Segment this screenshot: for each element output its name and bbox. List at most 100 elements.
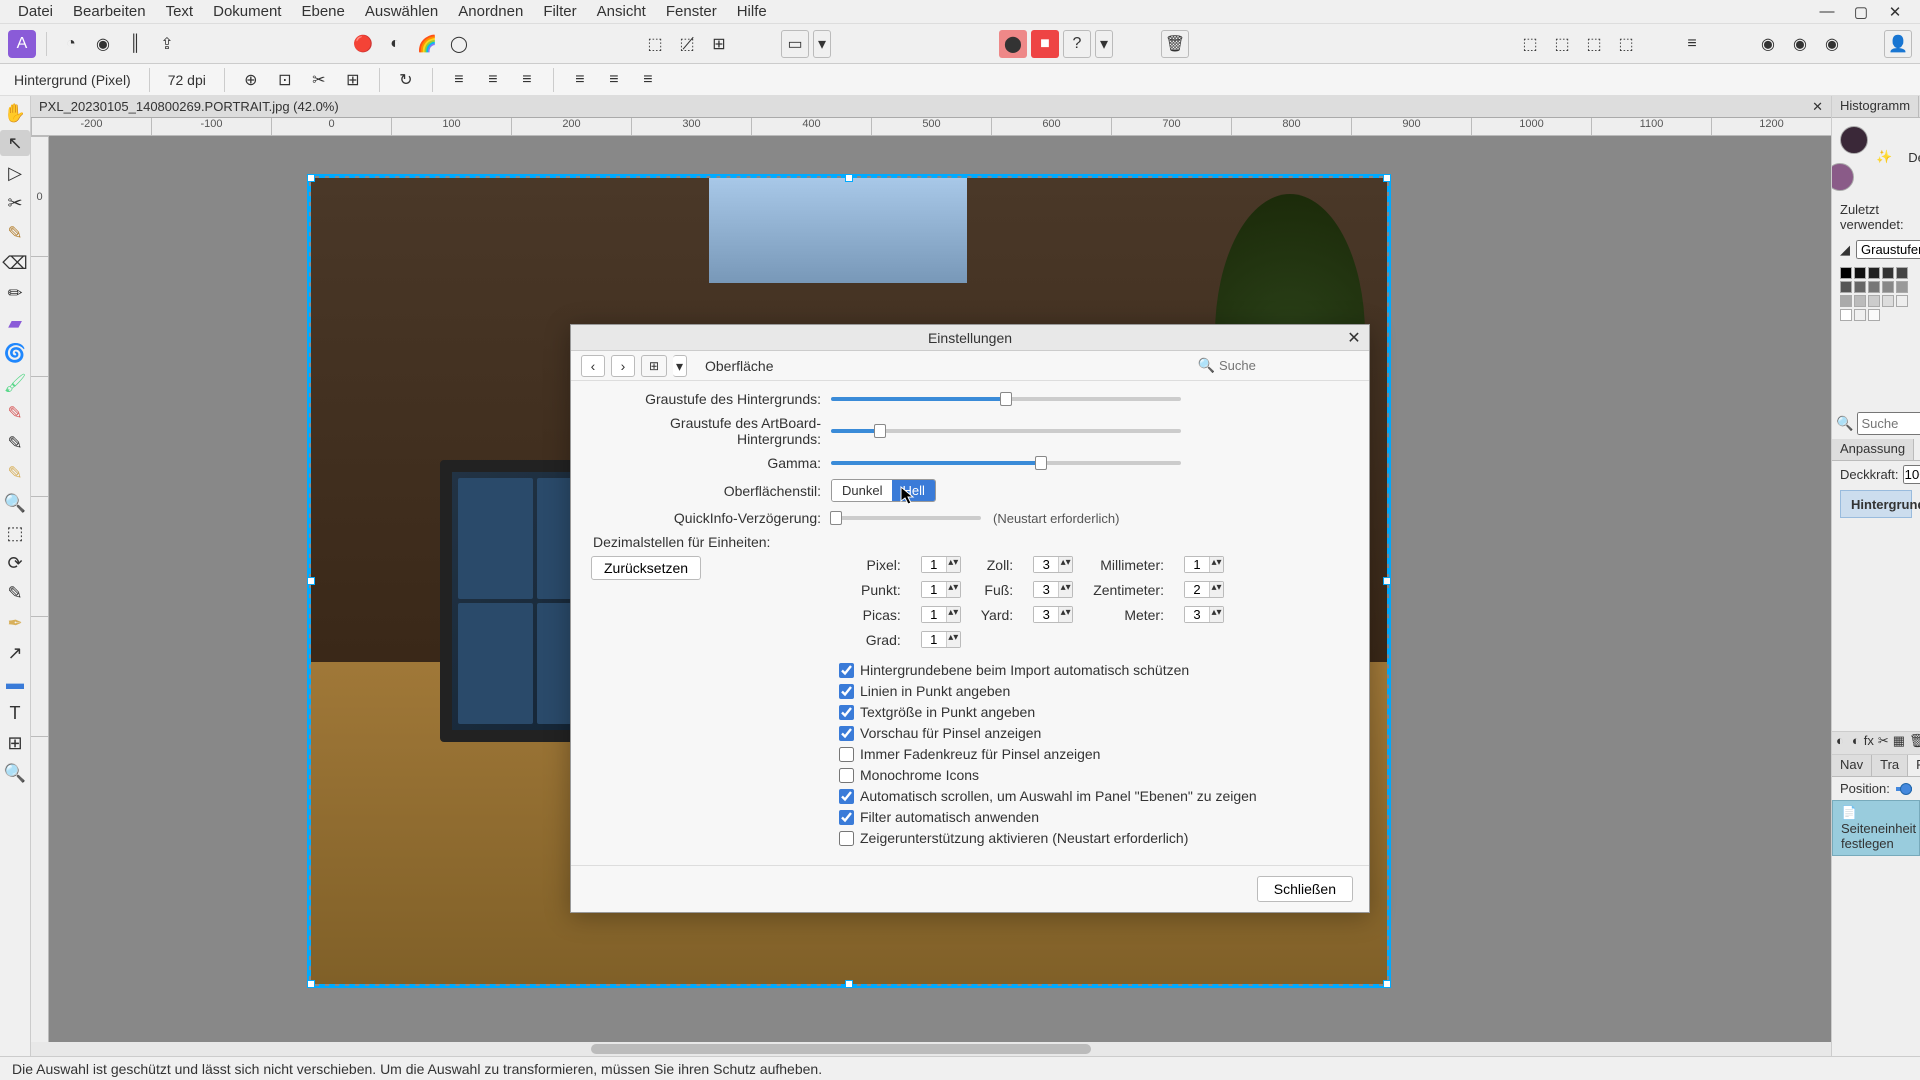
dialog-close-icon[interactable]: ✕ bbox=[1345, 328, 1363, 346]
check-6[interactable] bbox=[839, 789, 854, 804]
crop-layer-icon[interactable]: ✂ bbox=[1878, 733, 1889, 753]
eraser-tool-icon[interactable]: ⌫ bbox=[0, 250, 30, 276]
adjustment-icon[interactable]: ◐ bbox=[1852, 733, 1860, 753]
align-top-icon[interactable]: ≡ bbox=[566, 66, 594, 94]
brush-tool-icon[interactable]: ✎ bbox=[0, 220, 30, 246]
layer-row[interactable]: Hintergrund (Pixel) 🔒 bbox=[1840, 490, 1912, 518]
check-5[interactable] bbox=[839, 768, 854, 783]
intersect-shape-icon[interactable]: ◉ bbox=[1818, 30, 1846, 58]
fg-color-swatch[interactable] bbox=[1840, 126, 1868, 154]
photo-persona-icon[interactable]: ◔ bbox=[57, 30, 85, 58]
hand-tool-icon[interactable]: ✋ bbox=[0, 100, 30, 126]
tab-anpassung[interactable]: Anpassung bbox=[1832, 439, 1914, 460]
trash-icon[interactable]: 🗑 bbox=[1161, 30, 1189, 58]
close-button[interactable]: Schließen bbox=[1257, 876, 1353, 902]
align-right-icon[interactable]: ≡ bbox=[513, 66, 541, 94]
add-layer-icon[interactable]: ▦ bbox=[1893, 733, 1905, 753]
size-icon[interactable]: ⊞ bbox=[339, 66, 367, 94]
dialog-search-input[interactable] bbox=[1219, 358, 1359, 373]
artboard-gray-slider[interactable] bbox=[831, 429, 1181, 433]
healing-tool-icon[interactable]: ✎ bbox=[0, 430, 30, 456]
search-input[interactable] bbox=[1857, 412, 1920, 435]
align-bottom-icon[interactable]: ≡ bbox=[634, 66, 662, 94]
text-tool-icon[interactable]: T bbox=[0, 700, 30, 726]
menu-anordnen[interactable]: Anordnen bbox=[448, 1, 533, 22]
align-left-icon[interactable]: ≡ bbox=[445, 66, 473, 94]
quicklook-dropdown-icon[interactable]: ▾ bbox=[813, 30, 831, 58]
mask-icon[interactable]: ◐ bbox=[1836, 733, 1844, 753]
record-icon[interactable]: ⬤ bbox=[999, 30, 1027, 58]
unit-yard-input[interactable]: ▴▾ bbox=[1033, 606, 1073, 623]
window-maximize-icon[interactable]: ▢ bbox=[1852, 3, 1870, 21]
pen-tool-icon[interactable]: ✒ bbox=[0, 610, 30, 636]
delete-layer-icon[interactable]: 🗑 bbox=[1909, 733, 1920, 753]
nav-grid-dropdown-icon[interactable]: ▾ bbox=[673, 355, 687, 377]
export-persona-icon[interactable]: ⇪ bbox=[153, 30, 181, 58]
window-minimize-icon[interactable]: — bbox=[1818, 3, 1836, 21]
menu-auswaehlen[interactable]: Auswählen bbox=[355, 1, 448, 22]
unit-mm-input[interactable]: ▴▾ bbox=[1184, 556, 1224, 573]
user-icon[interactable]: 👤 bbox=[1884, 30, 1912, 58]
gradient-select[interactable]: Graustufen bbox=[1856, 240, 1920, 259]
check-8[interactable] bbox=[839, 831, 854, 846]
no-selection-icon[interactable]: ⬚̸ bbox=[673, 30, 701, 58]
check-7[interactable] bbox=[839, 810, 854, 825]
zoom2-tool-icon[interactable]: 🔍 bbox=[0, 760, 30, 786]
bg-color-swatch[interactable] bbox=[1831, 163, 1854, 191]
unit-pixel-input[interactable]: ▴▾ bbox=[921, 556, 961, 573]
menu-ebene[interactable]: Ebene bbox=[291, 1, 354, 22]
move-tool-icon[interactable]: ↖ bbox=[0, 130, 30, 156]
menu-hilfe[interactable]: Hilfe bbox=[727, 1, 777, 22]
mesh-tool-icon[interactable]: ⊞ bbox=[0, 730, 30, 756]
tab-nav[interactable]: Nav bbox=[1832, 755, 1872, 776]
rgb-icon[interactable]: 🔴 bbox=[349, 30, 377, 58]
nav-grid-icon[interactable]: ⊞ bbox=[641, 355, 667, 377]
tab-protokoll[interactable]: Protokoll bbox=[1908, 755, 1920, 776]
check-0[interactable] bbox=[839, 663, 854, 678]
circle-icon[interactable]: ◯ bbox=[445, 30, 473, 58]
paint-tool-icon[interactable]: 🖌 bbox=[0, 370, 30, 396]
zoom-tool-icon[interactable]: 🔍 bbox=[0, 490, 30, 516]
gradient-type-icon[interactable]: ◢ bbox=[1840, 242, 1850, 258]
develop-persona-icon[interactable]: ║ bbox=[121, 30, 149, 58]
nav-back-button[interactable]: ‹ bbox=[581, 355, 605, 377]
arrange-backward-icon[interactable]: ⬚ bbox=[1548, 30, 1576, 58]
tooltip-delay-slider[interactable] bbox=[831, 516, 981, 520]
quicklook-icon[interactable]: ▭ bbox=[781, 30, 809, 58]
crop-bounds-icon[interactable]: ⊞ bbox=[705, 30, 733, 58]
subtract-shape-icon[interactable]: ◉ bbox=[1786, 30, 1814, 58]
bg-gray-slider[interactable] bbox=[831, 397, 1181, 401]
document-tab[interactable]: PXL_20230105_140800269.PORTRAIT.jpg (42.… bbox=[31, 96, 1831, 118]
unit-fuss-input[interactable]: ▴▾ bbox=[1033, 581, 1073, 598]
blur-tool-icon[interactable]: 🌀 bbox=[0, 340, 30, 366]
wand-icon[interactable]: ✨ bbox=[1876, 149, 1892, 165]
align-icon[interactable]: ≡ bbox=[1678, 30, 1706, 58]
gradient-tool-icon[interactable]: ▰ bbox=[0, 310, 30, 336]
menu-text[interactable]: Text bbox=[156, 1, 204, 22]
color-wheel-icon[interactable]: 🌈 bbox=[413, 30, 441, 58]
ui-style-light[interactable]: Hell bbox=[892, 480, 934, 501]
bw-icon[interactable]: ◐ bbox=[381, 30, 409, 58]
lock-children-icon[interactable]: ⊕ bbox=[237, 66, 265, 94]
scrollbar-horizontal[interactable] bbox=[31, 1042, 1831, 1056]
refresh-icon[interactable]: ↻ bbox=[392, 66, 420, 94]
window-close-icon[interactable]: ✕ bbox=[1886, 3, 1904, 21]
arrange-back-icon[interactable]: ⬚ bbox=[1516, 30, 1544, 58]
tab-histogramm[interactable]: Histogramm bbox=[1832, 96, 1919, 117]
menu-filter[interactable]: Filter bbox=[533, 1, 586, 22]
node-tool-icon[interactable]: ▷ bbox=[0, 160, 30, 186]
lasso-tool-icon[interactable]: ⟳ bbox=[0, 550, 30, 576]
selection-icon[interactable]: ⬚ bbox=[641, 30, 669, 58]
unit-m-input[interactable]: ▴▾ bbox=[1184, 606, 1224, 623]
ui-style-toggle[interactable]: Dunkel Hell bbox=[831, 479, 936, 502]
position-slider[interactable] bbox=[1896, 787, 1912, 791]
unit-cm-input[interactable]: ▴▾ bbox=[1184, 581, 1224, 598]
nav-forward-button[interactable]: › bbox=[611, 355, 635, 377]
menu-bearbeiten[interactable]: Bearbeiten bbox=[63, 1, 156, 22]
swatches-grid[interactable] bbox=[1840, 267, 1912, 321]
arrange-front-icon[interactable]: ⬚ bbox=[1612, 30, 1640, 58]
unit-zoll-input[interactable]: ▴▾ bbox=[1033, 556, 1073, 573]
tab-tra[interactable]: Tra bbox=[1872, 755, 1908, 776]
unlock-icon[interactable]: ⊡ bbox=[271, 66, 299, 94]
gamma-slider[interactable] bbox=[831, 461, 1181, 465]
